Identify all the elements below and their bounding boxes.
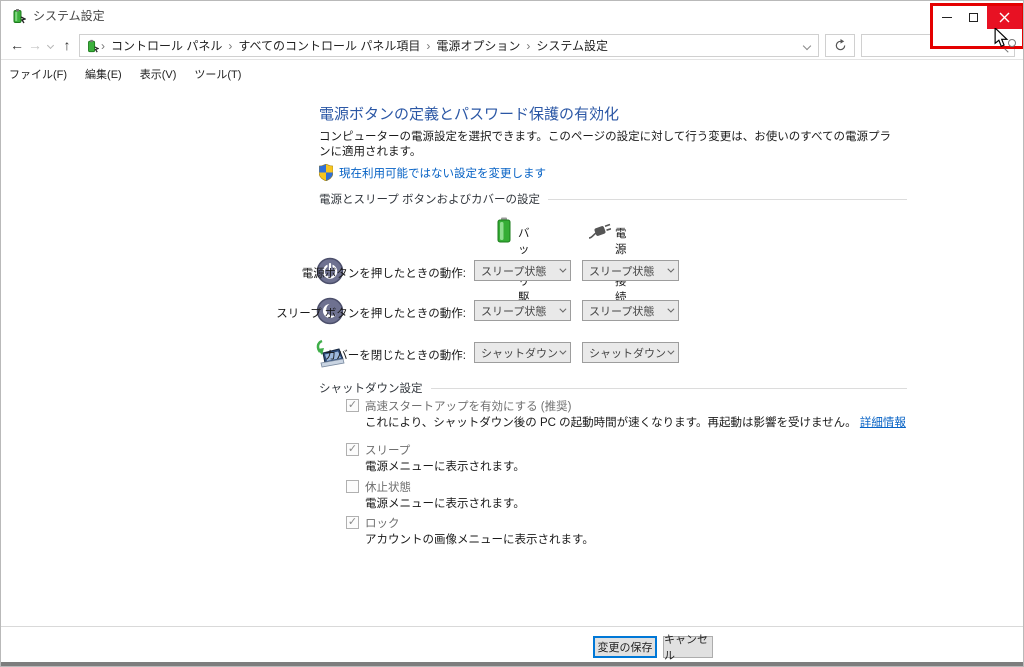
up-icon[interactable]: ↑ (58, 31, 76, 59)
power-button-action-label: 電源ボタンを押したときの動作: (302, 265, 466, 281)
hibernate-label[interactable]: 休止状態 (365, 479, 411, 495)
page-description: コンピューターの電源設定を選択できます。このページの設定に対して行う変更は、お使… (319, 130, 895, 160)
breadcrumb-separator: › (426, 39, 430, 53)
lock-label[interactable]: ロック (365, 515, 400, 531)
close-button[interactable] (987, 6, 1022, 29)
power-button-row: 電源ボタンを押したときの動作: スリープ状態 スリープ状態 (1, 257, 1023, 289)
back-icon[interactable]: ← (7, 31, 27, 59)
lid-close-on-battery-select[interactable]: シャットダウン (474, 342, 571, 363)
selected-value: スリープ状態 (481, 263, 546, 279)
refresh-button[interactable] (825, 34, 855, 57)
sleep-button-on-battery-select[interactable]: スリープ状態 (474, 300, 571, 321)
selected-value: スリープ状態 (481, 303, 546, 319)
selected-value: シャットダウン (481, 345, 558, 361)
menu-bar: ファイル(F) 編集(E) 表示(V) ツール(T) (1, 61, 1023, 87)
save-changes-button[interactable]: 変更の保存 (593, 636, 657, 658)
chevron-down-icon (667, 266, 674, 273)
lid-close-plugged-in-select[interactable]: シャットダウン (582, 342, 679, 363)
fast-startup-description: これにより、シャットダウン後の PC の起動時間が速くなります。再起動は影響を受… (365, 414, 906, 430)
more-info-link[interactable]: 詳細情報 (860, 417, 906, 429)
sleep-button-plugged-in-select[interactable]: スリープ状態 (582, 300, 679, 321)
description-text: これにより、シャットダウン後の PC の起動時間が速くなります。再起動は影響を受… (365, 417, 857, 429)
breadcrumb-separator: › (101, 39, 105, 53)
menu-tools[interactable]: ツール(T) (194, 66, 241, 82)
system-settings-window: システム設定 ← → ↑ › コントロール パネル › すべてのコントロール パ… (0, 0, 1024, 667)
sleep-checkbox[interactable]: ✓ (346, 443, 359, 456)
forward-icon[interactable]: → (27, 31, 43, 59)
mouse-cursor (993, 28, 1009, 48)
breadcrumb-system-settings[interactable]: システム設定 (536, 37, 608, 54)
chevron-down-icon (667, 348, 674, 355)
cancel-button[interactable]: キャンセル (663, 636, 713, 658)
address-bar[interactable]: › コントロール パネル › すべてのコントロール パネル項目 › 電源オプショ… (79, 34, 819, 57)
sleep-button-row: スリープ ボタンを押したときの動作: スリープ状態 スリープ状態 (1, 297, 1023, 329)
window-controls (933, 6, 1022, 29)
maximize-button[interactable] (960, 6, 987, 29)
window-bottom-edge (1, 662, 1023, 666)
battery-icon (497, 217, 511, 243)
navigation-bar: ← → ↑ › コントロール パネル › すべてのコントロール パネル項目 › … (1, 31, 1023, 60)
chevron-down-icon (559, 348, 566, 355)
section-power-sleep-lid: 電源とスリープ ボタンおよびカバーの設定 (319, 191, 907, 207)
selected-value: シャットダウン (589, 345, 666, 361)
breadcrumb-separator: › (228, 39, 232, 53)
breadcrumb-separator: › (526, 39, 530, 53)
chevron-down-icon (559, 266, 566, 273)
power-button-on-battery-select[interactable]: スリープ状態 (474, 260, 571, 281)
maximize-icon (969, 13, 978, 22)
address-dropdown-icon[interactable] (803, 41, 811, 49)
minimize-button[interactable] (933, 6, 960, 29)
section-shutdown-settings: シャットダウン設定 (319, 380, 907, 396)
refresh-icon (834, 39, 847, 52)
lid-close-row: カバーを閉じたときの動作: シャットダウン シャットダウン (1, 339, 1023, 371)
change-unavailable-settings-link[interactable]: 現在利用可能ではない設定を変更します (339, 165, 546, 181)
chevron-down-icon (667, 306, 674, 313)
menu-edit[interactable]: 編集(E) (85, 66, 122, 82)
history-dropdown-icon[interactable] (44, 31, 56, 59)
lock-description: アカウントの画像メニューに表示されます。 (365, 531, 594, 547)
menu-view[interactable]: 表示(V) (140, 66, 177, 82)
section-title: シャットダウン設定 (319, 380, 423, 396)
window-title: システム設定 (33, 1, 105, 31)
sleep-label[interactable]: スリープ (365, 442, 410, 458)
hibernate-checkbox[interactable] (346, 480, 359, 493)
lock-checkbox[interactable]: ✓ (346, 516, 359, 529)
title-bar: システム設定 (1, 1, 1023, 31)
close-icon (999, 12, 1010, 23)
power-button-plugged-in-select[interactable]: スリープ状態 (582, 260, 679, 281)
breadcrumb-control-panel[interactable]: コントロール パネル (111, 37, 222, 54)
annotation-highlight-box (930, 3, 1024, 49)
footer-divider (1, 626, 1023, 627)
page-title: 電源ボタンの定義とパスワード保護の有効化 (319, 103, 619, 124)
plug-icon (587, 222, 611, 239)
power-options-breadcrumb-icon (85, 39, 99, 53)
breadcrumb-power-options[interactable]: 電源オプション (436, 37, 520, 54)
sleep-description: 電源メニューに表示されます。 (365, 458, 525, 474)
chevron-down-icon (559, 306, 566, 313)
sleep-button-action-label: スリープ ボタンを押したときの動作: (276, 305, 466, 321)
fast-startup-checkbox[interactable]: ✓ (346, 399, 359, 412)
minimize-icon (942, 17, 952, 18)
uac-shield-icon (319, 164, 333, 181)
selected-value: スリープ状態 (589, 303, 654, 319)
breadcrumb-all-items[interactable]: すべてのコントロール パネル項目 (238, 37, 420, 54)
fast-startup-label[interactable]: 高速スタートアップを有効にする (推奨) (365, 398, 571, 414)
section-title: 電源とスリープ ボタンおよびカバーの設定 (319, 191, 540, 207)
hibernate-description: 電源メニューに表示されます。 (365, 495, 525, 511)
power-options-app-icon (10, 8, 26, 24)
selected-value: スリープ状態 (589, 263, 654, 279)
lid-close-action-label: カバーを閉じたときの動作: (325, 347, 466, 363)
menu-file[interactable]: ファイル(F) (9, 66, 67, 82)
